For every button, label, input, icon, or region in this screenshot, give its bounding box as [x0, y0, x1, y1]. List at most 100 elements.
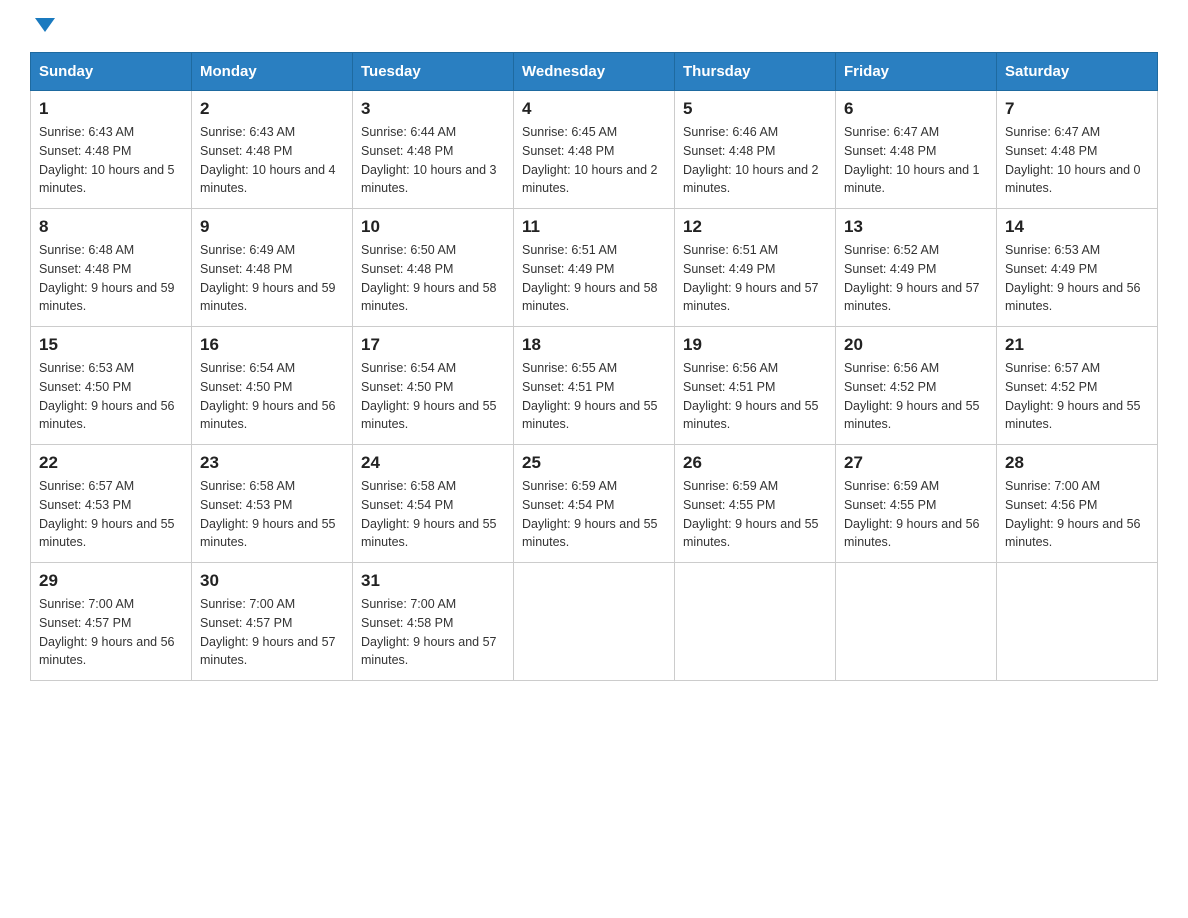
day-info: Sunrise: 6:58 AMSunset: 4:54 PMDaylight:…: [361, 479, 497, 549]
day-info: Sunrise: 7:00 AMSunset: 4:56 PMDaylight:…: [1005, 479, 1141, 549]
calendar-cell: 27 Sunrise: 6:59 AMSunset: 4:55 PMDaylig…: [836, 445, 997, 563]
calendar-cell: 28 Sunrise: 7:00 AMSunset: 4:56 PMDaylig…: [997, 445, 1158, 563]
day-info: Sunrise: 6:53 AMSunset: 4:50 PMDaylight:…: [39, 361, 175, 431]
day-number: 13: [844, 217, 988, 237]
calendar-cell: 13 Sunrise: 6:52 AMSunset: 4:49 PMDaylig…: [836, 209, 997, 327]
day-number: 26: [683, 453, 827, 473]
day-number: 31: [361, 571, 505, 591]
day-number: 4: [522, 99, 666, 119]
column-header-tuesday: Tuesday: [353, 53, 514, 91]
day-info: Sunrise: 6:50 AMSunset: 4:48 PMDaylight:…: [361, 243, 497, 313]
day-info: Sunrise: 6:47 AMSunset: 4:48 PMDaylight:…: [1005, 125, 1141, 195]
calendar-week-row: 22 Sunrise: 6:57 AMSunset: 4:53 PMDaylig…: [31, 445, 1158, 563]
calendar-table: SundayMondayTuesdayWednesdayThursdayFrid…: [30, 52, 1158, 681]
day-number: 28: [1005, 453, 1149, 473]
calendar-cell: 18 Sunrise: 6:55 AMSunset: 4:51 PMDaylig…: [514, 327, 675, 445]
day-number: 11: [522, 217, 666, 237]
day-number: 5: [683, 99, 827, 119]
day-number: 19: [683, 335, 827, 355]
calendar-cell: [675, 563, 836, 681]
column-header-wednesday: Wednesday: [514, 53, 675, 91]
day-info: Sunrise: 6:54 AMSunset: 4:50 PMDaylight:…: [200, 361, 336, 431]
calendar-cell: 9 Sunrise: 6:49 AMSunset: 4:48 PMDayligh…: [192, 209, 353, 327]
logo-triangle-icon: [35, 18, 55, 32]
day-info: Sunrise: 6:54 AMSunset: 4:50 PMDaylight:…: [361, 361, 497, 431]
calendar-cell: 21 Sunrise: 6:57 AMSunset: 4:52 PMDaylig…: [997, 327, 1158, 445]
calendar-cell: 11 Sunrise: 6:51 AMSunset: 4:49 PMDaylig…: [514, 209, 675, 327]
day-number: 7: [1005, 99, 1149, 119]
day-number: 18: [522, 335, 666, 355]
calendar-cell: 23 Sunrise: 6:58 AMSunset: 4:53 PMDaylig…: [192, 445, 353, 563]
column-header-sunday: Sunday: [31, 53, 192, 91]
page-header: [30, 20, 1158, 34]
calendar-cell: 4 Sunrise: 6:45 AMSunset: 4:48 PMDayligh…: [514, 91, 675, 209]
day-info: Sunrise: 6:51 AMSunset: 4:49 PMDaylight:…: [683, 243, 819, 313]
day-number: 17: [361, 335, 505, 355]
column-header-saturday: Saturday: [997, 53, 1158, 91]
day-info: Sunrise: 6:56 AMSunset: 4:51 PMDaylight:…: [683, 361, 819, 431]
calendar-header-row: SundayMondayTuesdayWednesdayThursdayFrid…: [31, 53, 1158, 91]
calendar-cell: 2 Sunrise: 6:43 AMSunset: 4:48 PMDayligh…: [192, 91, 353, 209]
day-info: Sunrise: 6:58 AMSunset: 4:53 PMDaylight:…: [200, 479, 336, 549]
day-number: 23: [200, 453, 344, 473]
calendar-cell: [514, 563, 675, 681]
day-number: 3: [361, 99, 505, 119]
column-header-thursday: Thursday: [675, 53, 836, 91]
logo: [30, 20, 55, 34]
day-info: Sunrise: 6:44 AMSunset: 4:48 PMDaylight:…: [361, 125, 497, 195]
calendar-cell: 19 Sunrise: 6:56 AMSunset: 4:51 PMDaylig…: [675, 327, 836, 445]
calendar-cell: [997, 563, 1158, 681]
day-info: Sunrise: 7:00 AMSunset: 4:57 PMDaylight:…: [200, 597, 336, 667]
day-number: 12: [683, 217, 827, 237]
calendar-week-row: 8 Sunrise: 6:48 AMSunset: 4:48 PMDayligh…: [31, 209, 1158, 327]
day-number: 15: [39, 335, 183, 355]
calendar-cell: 14 Sunrise: 6:53 AMSunset: 4:49 PMDaylig…: [997, 209, 1158, 327]
calendar-cell: 20 Sunrise: 6:56 AMSunset: 4:52 PMDaylig…: [836, 327, 997, 445]
day-number: 29: [39, 571, 183, 591]
calendar-cell: 8 Sunrise: 6:48 AMSunset: 4:48 PMDayligh…: [31, 209, 192, 327]
day-info: Sunrise: 7:00 AMSunset: 4:58 PMDaylight:…: [361, 597, 497, 667]
calendar-cell: 22 Sunrise: 6:57 AMSunset: 4:53 PMDaylig…: [31, 445, 192, 563]
day-info: Sunrise: 6:47 AMSunset: 4:48 PMDaylight:…: [844, 125, 980, 195]
column-header-monday: Monday: [192, 53, 353, 91]
column-header-friday: Friday: [836, 53, 997, 91]
day-number: 8: [39, 217, 183, 237]
calendar-cell: [836, 563, 997, 681]
day-number: 20: [844, 335, 988, 355]
day-number: 2: [200, 99, 344, 119]
day-info: Sunrise: 6:59 AMSunset: 4:55 PMDaylight:…: [844, 479, 980, 549]
calendar-cell: 1 Sunrise: 6:43 AMSunset: 4:48 PMDayligh…: [31, 91, 192, 209]
day-number: 21: [1005, 335, 1149, 355]
day-info: Sunrise: 6:46 AMSunset: 4:48 PMDaylight:…: [683, 125, 819, 195]
calendar-cell: 17 Sunrise: 6:54 AMSunset: 4:50 PMDaylig…: [353, 327, 514, 445]
day-number: 30: [200, 571, 344, 591]
day-number: 24: [361, 453, 505, 473]
calendar-week-row: 15 Sunrise: 6:53 AMSunset: 4:50 PMDaylig…: [31, 327, 1158, 445]
calendar-cell: 25 Sunrise: 6:59 AMSunset: 4:54 PMDaylig…: [514, 445, 675, 563]
day-number: 9: [200, 217, 344, 237]
calendar-cell: 6 Sunrise: 6:47 AMSunset: 4:48 PMDayligh…: [836, 91, 997, 209]
day-info: Sunrise: 7:00 AMSunset: 4:57 PMDaylight:…: [39, 597, 175, 667]
day-info: Sunrise: 6:56 AMSunset: 4:52 PMDaylight:…: [844, 361, 980, 431]
day-info: Sunrise: 6:57 AMSunset: 4:53 PMDaylight:…: [39, 479, 175, 549]
day-number: 14: [1005, 217, 1149, 237]
calendar-cell: 3 Sunrise: 6:44 AMSunset: 4:48 PMDayligh…: [353, 91, 514, 209]
day-info: Sunrise: 6:59 AMSunset: 4:55 PMDaylight:…: [683, 479, 819, 549]
calendar-cell: 30 Sunrise: 7:00 AMSunset: 4:57 PMDaylig…: [192, 563, 353, 681]
day-info: Sunrise: 6:43 AMSunset: 4:48 PMDaylight:…: [200, 125, 336, 195]
day-info: Sunrise: 6:45 AMSunset: 4:48 PMDaylight:…: [522, 125, 658, 195]
calendar-cell: 10 Sunrise: 6:50 AMSunset: 4:48 PMDaylig…: [353, 209, 514, 327]
calendar-week-row: 29 Sunrise: 7:00 AMSunset: 4:57 PMDaylig…: [31, 563, 1158, 681]
day-info: Sunrise: 6:43 AMSunset: 4:48 PMDaylight:…: [39, 125, 175, 195]
day-info: Sunrise: 6:55 AMSunset: 4:51 PMDaylight:…: [522, 361, 658, 431]
calendar-cell: 5 Sunrise: 6:46 AMSunset: 4:48 PMDayligh…: [675, 91, 836, 209]
day-info: Sunrise: 6:51 AMSunset: 4:49 PMDaylight:…: [522, 243, 658, 313]
calendar-cell: 31 Sunrise: 7:00 AMSunset: 4:58 PMDaylig…: [353, 563, 514, 681]
day-number: 6: [844, 99, 988, 119]
day-number: 22: [39, 453, 183, 473]
calendar-cell: 26 Sunrise: 6:59 AMSunset: 4:55 PMDaylig…: [675, 445, 836, 563]
day-number: 10: [361, 217, 505, 237]
day-info: Sunrise: 6:49 AMSunset: 4:48 PMDaylight:…: [200, 243, 336, 313]
calendar-cell: 24 Sunrise: 6:58 AMSunset: 4:54 PMDaylig…: [353, 445, 514, 563]
calendar-cell: 29 Sunrise: 7:00 AMSunset: 4:57 PMDaylig…: [31, 563, 192, 681]
